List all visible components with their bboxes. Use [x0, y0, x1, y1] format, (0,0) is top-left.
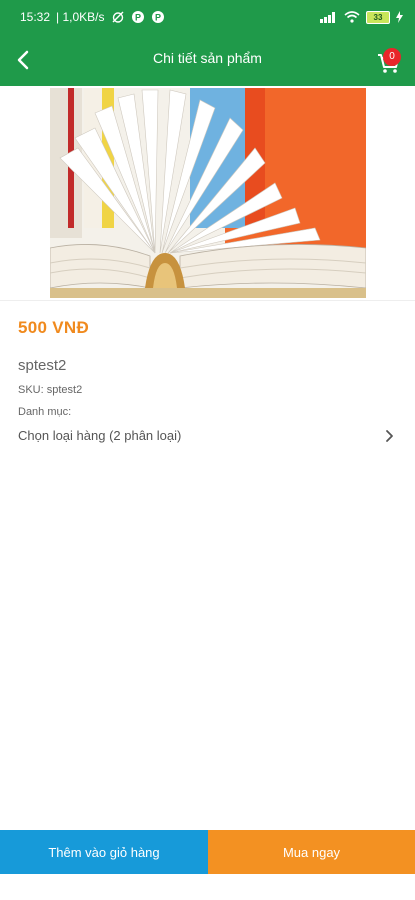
product-image[interactable]	[50, 88, 366, 298]
buy-now-button[interactable]: Mua ngay	[208, 830, 415, 874]
cart-count-badge: 0	[383, 48, 401, 66]
product-sku: SKU: sptest2	[18, 384, 83, 396]
bottom-spacer	[0, 874, 415, 900]
svg-text:P: P	[155, 13, 161, 23]
product-info: 500 VNĐ sptest2 SKU: sptest2 Danh mục: C…	[18, 318, 397, 443]
product-price: 500 VNĐ	[18, 318, 90, 337]
status-network-speed: | 1,0KB/s	[56, 10, 105, 24]
variant-selector-label: Chọn loại hàng (2 phân loại)	[18, 428, 182, 443]
status-bar: 15:32 | 1,0KB/s P P 33	[0, 0, 415, 34]
battery-icon: 33	[366, 10, 390, 24]
product-name: sptest2	[18, 357, 67, 374]
signal-icon	[320, 12, 335, 23]
variant-selector[interactable]: Chọn loại hàng (2 phân loại)	[18, 428, 397, 443]
status-time: 15:32	[20, 10, 51, 24]
app-bar: Chi tiết sản phẩm 0	[0, 34, 415, 86]
add-to-cart-button[interactable]: Thêm vào giỏ hàng	[0, 830, 208, 874]
bottom-action-bar: Thêm vào giỏ hàng Mua ngay	[0, 830, 415, 874]
wifi-icon	[344, 11, 360, 23]
chevron-right-icon	[386, 429, 393, 442]
alarm-off-icon	[112, 11, 124, 23]
product-category: Danh mục:	[18, 406, 72, 418]
cart-button[interactable]: 0	[371, 44, 407, 80]
app-notification-icon: P	[131, 11, 144, 23]
page-title: Chi tiết sản phẩm	[153, 50, 262, 66]
charging-icon	[396, 11, 403, 23]
app-notification-icon: P	[151, 11, 164, 23]
product-image-container	[0, 86, 415, 301]
svg-text:P: P	[135, 13, 141, 23]
